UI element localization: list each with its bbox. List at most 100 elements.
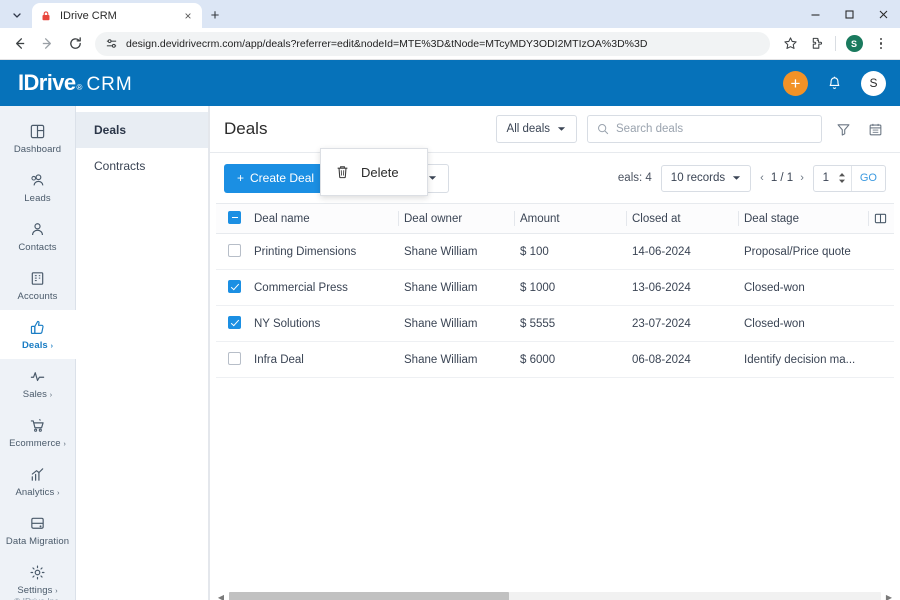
column-header-deal-owner[interactable]: Deal owner — [398, 203, 514, 234]
cell-deal-name[interactable]: Infra Deal — [248, 341, 398, 378]
calendar-icon[interactable] — [864, 122, 886, 137]
sidebar-item-contacts[interactable]: Contacts — [0, 212, 76, 261]
sidebar-item-settings[interactable]: Settings › — [0, 555, 76, 600]
spinner-icon[interactable] — [838, 172, 851, 184]
cell-amount: $ 6000 — [514, 341, 626, 378]
chevron-right-icon: › — [63, 441, 66, 448]
go-button[interactable]: GO — [850, 165, 885, 191]
row-select-cell — [216, 341, 248, 378]
row-checkbox[interactable] — [228, 243, 241, 257]
sidebar-item-analytics[interactable]: Analytics › — [0, 457, 76, 506]
table-header: Deal name Deal owner Amount Closed at De… — [216, 203, 894, 234]
cell-deal-stage: Closed-won — [738, 305, 868, 342]
browser-tab[interactable]: IDrive CRM × — [32, 3, 202, 28]
search-input[interactable]: Search deals — [587, 115, 822, 143]
cart-icon — [29, 417, 46, 434]
star-icon[interactable] — [777, 31, 803, 57]
back-icon[interactable] — [6, 31, 32, 57]
row-checkbox[interactable] — [228, 351, 241, 365]
funnel-icon[interactable] — [832, 122, 854, 137]
horizontal-scrollbar[interactable]: ◀ ▶ — [216, 591, 894, 600]
deals-table-container: Deal name Deal owner Amount Closed at De… — [210, 203, 900, 600]
cell-deal-owner: Shane William — [398, 269, 514, 306]
page-indicator: 1 / 1 — [770, 172, 794, 184]
browser-toolbar: design.devidrivecrm.com/app/deals?referr… — [0, 28, 900, 60]
column-header-closed-at[interactable]: Closed at — [626, 203, 738, 234]
sidebar-item-data-migration[interactable]: Data Migration — [0, 506, 76, 555]
triangle-right-icon[interactable]: ▶ — [884, 593, 894, 600]
scrollbar-thumb[interactable] — [229, 592, 510, 600]
pulse-icon — [29, 368, 46, 385]
sidebar-item-dashboard[interactable]: Dashboard — [0, 114, 76, 163]
triangle-left-icon[interactable]: ◀ — [216, 593, 226, 600]
address-bar[interactable]: design.devidrivecrm.com/app/deals?referr… — [95, 31, 770, 56]
sidebar-item-accounts[interactable]: Accounts — [0, 261, 76, 310]
sidebar-item-label: Accounts — [17, 291, 58, 302]
bell-icon[interactable] — [826, 75, 843, 92]
puzzle-icon[interactable] — [804, 31, 830, 57]
sidebar-item-contracts-module[interactable]: Contracts — [76, 148, 208, 184]
sidebar-item-leads[interactable]: Leads — [0, 163, 76, 212]
delete-menu-item[interactable]: Delete — [361, 165, 399, 180]
tune-icon[interactable] — [105, 37, 118, 50]
cell-closed-at: 23-07-2024 — [626, 305, 738, 342]
row-checkbox[interactable] — [228, 279, 241, 293]
app-logo[interactable]: IDrive ® CRM — [18, 70, 133, 96]
avatar[interactable]: S — [861, 70, 886, 96]
tab-list-icon[interactable] — [4, 2, 30, 28]
table-body: Printing Dimensions Shane William $ 100 … — [216, 233, 894, 378]
new-tab-button[interactable]: + — [202, 3, 228, 28]
cell-deal-owner: Shane William — [398, 233, 514, 270]
table-row[interactable]: NY Solutions Shane William $ 5555 23-07-… — [216, 305, 894, 342]
table-row[interactable]: Infra Deal Shane William $ 6000 06-08-20… — [216, 341, 894, 378]
sidebar-item-label: Settings — [17, 585, 53, 596]
table-row[interactable]: Commercial Press Shane William $ 1000 13… — [216, 269, 894, 306]
records-per-page-dropdown[interactable]: 10 records — [660, 164, 752, 192]
sidebar-item-label: Sales — [22, 389, 48, 400]
cell-deal-name[interactable]: NY Solutions — [248, 305, 398, 342]
column-header-amount[interactable]: Amount — [514, 203, 626, 234]
view-filter-label: All deals — [506, 123, 550, 135]
sidebar-item-label: Data Migration — [5, 536, 70, 547]
column-header-deal-stage[interactable]: Deal stage — [738, 203, 868, 234]
sidebar-item-sales[interactable]: Sales › — [0, 359, 76, 408]
main-header: Deals All deals Search deals — [210, 106, 900, 153]
sidebar-item-deals[interactable]: Deals › — [0, 310, 76, 359]
minimize-icon[interactable] — [798, 0, 832, 28]
plus-circle-icon[interactable]: + — [783, 70, 808, 96]
toolbar-right-actions: S — [777, 31, 894, 57]
browser-profile-avatar[interactable]: S — [841, 31, 867, 57]
forward-icon[interactable] — [34, 31, 60, 57]
close-icon[interactable] — [866, 0, 900, 28]
url-text: design.devidrivecrm.com/app/deals?referr… — [126, 37, 648, 50]
row-checkbox[interactable] — [228, 315, 241, 329]
column-header-deal-name[interactable]: Deal name — [248, 203, 398, 234]
gear-icon — [29, 564, 46, 581]
chevron-left-icon[interactable]: ‹ — [760, 172, 764, 184]
kebab-menu-icon[interactable] — [868, 31, 894, 57]
contacts-icon — [29, 221, 46, 238]
create-deal-button[interactable]: + Create Deal — [224, 163, 328, 193]
sidebar-item-deals-module[interactable]: Deals — [76, 112, 208, 148]
select-all-checkbox[interactable] — [228, 210, 241, 224]
scrollbar-track[interactable] — [229, 592, 881, 600]
maximize-icon[interactable] — [832, 0, 866, 28]
logo-registered: ® — [76, 83, 83, 92]
page-jump-control: 1 GO — [812, 164, 886, 192]
page-number-input[interactable]: 1 — [814, 172, 838, 184]
chevron-down-icon — [732, 175, 741, 181]
close-icon[interactable]: × — [181, 9, 195, 23]
table-row[interactable]: Printing Dimensions Shane William $ 100 … — [216, 233, 894, 270]
cell-deal-owner: Shane William — [398, 341, 514, 378]
app-header: IDrive ® CRM + S — [0, 60, 900, 106]
browser-window: IDrive CRM × + design.devidrivecrm.com/a… — [0, 0, 900, 600]
column-chooser-button[interactable] — [868, 203, 894, 234]
cell-deal-name[interactable]: Commercial Press — [248, 269, 398, 306]
view-filter-dropdown[interactable]: All deals — [495, 115, 577, 143]
sidebar-nav: Dashboard Leads Contacts Accounts Deals … — [0, 106, 76, 600]
sidebar-item-ecommerce[interactable]: Ecommerce › — [0, 408, 76, 457]
row-select-cell — [216, 269, 248, 306]
reload-icon[interactable] — [62, 31, 88, 57]
chevron-right-icon[interactable]: › — [800, 172, 804, 184]
cell-deal-name[interactable]: Printing Dimensions — [248, 233, 398, 270]
